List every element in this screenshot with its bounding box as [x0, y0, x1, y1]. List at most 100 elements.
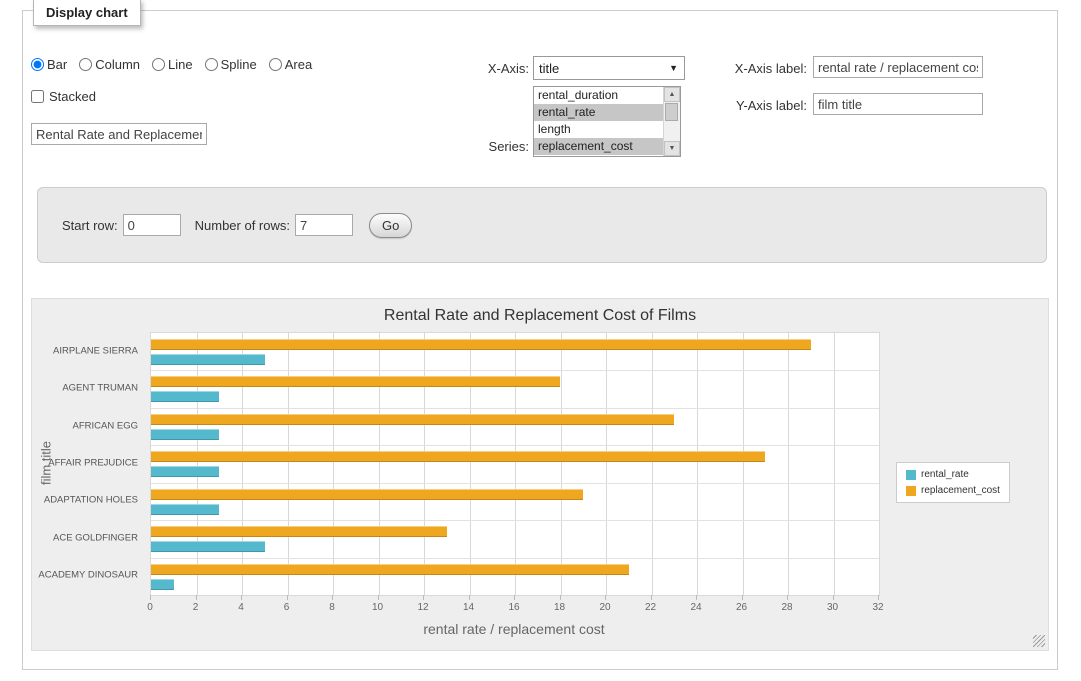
- bar-replacement_cost[interactable]: [151, 376, 560, 387]
- legend-item-rental_rate[interactable]: rental_rate: [906, 469, 1000, 480]
- x-tick-mark: [696, 595, 697, 600]
- bar-replacement_cost[interactable]: [151, 526, 447, 537]
- chart-type-option-bar[interactable]: Bar: [31, 57, 67, 72]
- x-tick-mark: [469, 595, 470, 600]
- x-tick-mark: [742, 595, 743, 600]
- legend-label: rental_rate: [921, 469, 969, 480]
- number-of-rows-label: Number of rows:: [195, 218, 290, 233]
- go-button[interactable]: Go: [369, 213, 412, 238]
- x-tick-label: 22: [645, 602, 656, 613]
- chart-type-radio-area[interactable]: [269, 58, 282, 71]
- x-tick-label: 4: [238, 602, 244, 613]
- x-tick-mark: [423, 595, 424, 600]
- scroll-down-icon[interactable]: ▼: [664, 141, 680, 156]
- chart-type-option-line[interactable]: Line: [152, 57, 193, 72]
- stacked-checkbox[interactable]: [31, 90, 44, 103]
- bar-replacement_cost[interactable]: [151, 564, 629, 575]
- bar-rental_rate[interactable]: [151, 466, 219, 477]
- y-gridline: [151, 408, 879, 409]
- panel-title: Display chart: [33, 0, 141, 26]
- x-tick-label: 12: [417, 602, 428, 613]
- x-gridline: [288, 333, 289, 595]
- legend-swatch-icon: [906, 486, 916, 496]
- chart-type-text: Column: [95, 57, 140, 72]
- x-tick-label: 6: [284, 602, 290, 613]
- bar-replacement_cost[interactable]: [151, 339, 811, 350]
- x-tick-marks: [150, 594, 878, 600]
- x-axis-label-label: X-Axis label:: [711, 61, 807, 76]
- x-tick-labels: 02468101214161820222426283032: [150, 602, 878, 615]
- x-tick-mark: [241, 595, 242, 600]
- y-gridline: [151, 445, 879, 446]
- series-listbox-options: rental_durationrental_ratelengthreplacem…: [534, 87, 664, 156]
- x-tick-mark: [287, 595, 288, 600]
- legend-item-replacement_cost[interactable]: replacement_cost: [906, 485, 1000, 496]
- x-tick-mark: [605, 595, 606, 600]
- y-gridline: [151, 558, 879, 559]
- x-tick-mark: [651, 595, 652, 600]
- bar-rental_rate[interactable]: [151, 391, 219, 402]
- bar-rental_rate[interactable]: [151, 504, 219, 515]
- y-axis-label-input[interactable]: [813, 93, 983, 115]
- x-tick-label: 28: [781, 602, 792, 613]
- x-axis-select-label: X-Axis:: [453, 61, 529, 76]
- x-tick-mark: [878, 595, 879, 600]
- chart-title-input[interactable]: [31, 123, 207, 145]
- x-tick-label: 14: [463, 602, 474, 613]
- bar-replacement_cost[interactable]: [151, 451, 765, 462]
- x-gridline: [606, 333, 607, 595]
- scroll-up-icon[interactable]: ▲: [664, 87, 680, 102]
- x-gridline: [515, 333, 516, 595]
- series-listbox-scrollbar[interactable]: ▲ ▼: [663, 87, 680, 156]
- chart-type-option-spline[interactable]: Spline: [205, 57, 257, 72]
- category-label: ADAPTATION HOLES: [44, 495, 138, 506]
- start-row-input[interactable]: [123, 214, 181, 236]
- chart-type-text: Spline: [221, 57, 257, 72]
- chart-type-text: Area: [285, 57, 312, 72]
- x-axis-select[interactable]: title ▼: [533, 56, 685, 80]
- x-gridline: [743, 333, 744, 595]
- bar-replacement_cost[interactable]: [151, 414, 674, 425]
- chart-type-radio-column[interactable]: [79, 58, 92, 71]
- x-gridline: [197, 333, 198, 595]
- chart-title: Rental Rate and Replacement Cost of Film…: [32, 307, 1048, 325]
- page: Display chart Bar Column Line Spline Area St…: [0, 0, 1081, 681]
- x-tick-mark: [514, 595, 515, 600]
- chart-type-option-column[interactable]: Column: [79, 57, 140, 72]
- x-tick-label: 18: [554, 602, 565, 613]
- x-tick-label: 24: [690, 602, 701, 613]
- y-gridline: [151, 520, 879, 521]
- series-option-length[interactable]: length: [534, 121, 664, 138]
- x-gridline: [788, 333, 789, 595]
- series-option-rental_duration[interactable]: rental_duration: [534, 87, 664, 104]
- x-axis-title: rental rate / replacement cost: [150, 621, 878, 637]
- x-tick-mark: [378, 595, 379, 600]
- x-tick-mark: [332, 595, 333, 600]
- series-option-rental_rate[interactable]: rental_rate: [534, 104, 664, 121]
- stacked-option[interactable]: Stacked: [31, 89, 96, 104]
- series-option-replacement_cost[interactable]: replacement_cost: [534, 138, 664, 155]
- x-axis-label-input[interactable]: [813, 56, 983, 78]
- series-listbox[interactable]: rental_durationrental_ratelengthreplacem…: [533, 86, 681, 157]
- bar-rental_rate[interactable]: [151, 541, 265, 552]
- x-gridline: [333, 333, 334, 595]
- chart-type-option-area[interactable]: Area: [269, 57, 312, 72]
- bar-replacement_cost[interactable]: [151, 489, 583, 500]
- x-gridline: [470, 333, 471, 595]
- chart-type-radio-bar[interactable]: [31, 58, 44, 71]
- chart-type-radio-line[interactable]: [152, 58, 165, 71]
- resize-handle-icon[interactable]: [1033, 635, 1045, 647]
- chart-type-group: Bar Column Line Spline Area: [31, 57, 312, 72]
- bar-rental_rate[interactable]: [151, 579, 174, 590]
- scroll-thumb[interactable]: [665, 103, 678, 121]
- x-tick-label: 20: [599, 602, 610, 613]
- x-tick-label: 32: [872, 602, 883, 613]
- plot-area: [150, 332, 880, 596]
- bar-rental_rate[interactable]: [151, 429, 219, 440]
- category-label: AIRPLANE SIERRA: [53, 345, 138, 356]
- number-of-rows-input[interactable]: [295, 214, 353, 236]
- chart-type-radio-spline[interactable]: [205, 58, 218, 71]
- bar-rental_rate[interactable]: [151, 354, 265, 365]
- stacked-label: Stacked: [49, 89, 96, 104]
- y-gridline: [151, 370, 879, 371]
